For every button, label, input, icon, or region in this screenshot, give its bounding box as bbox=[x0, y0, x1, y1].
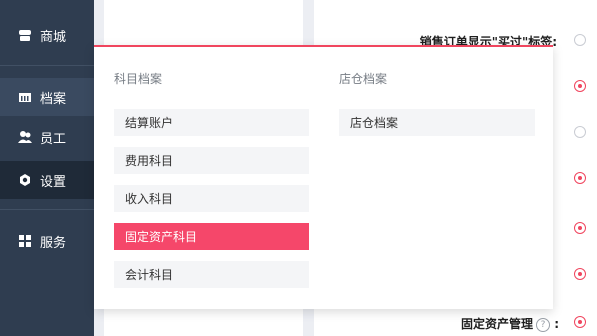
sidebar-item-settings[interactable]: 设置 bbox=[0, 161, 94, 199]
menu-item-fixed-asset-subject[interactable]: 固定资产科目 bbox=[114, 223, 309, 250]
sidebar-item-label: 服务 bbox=[40, 235, 67, 251]
fixed-assets-setting: 固定资产管理? : bbox=[461, 315, 559, 332]
sidebar-item-mall[interactable]: 商城 bbox=[0, 16, 94, 54]
menu-item-expense-subject[interactable]: 费用科目 bbox=[114, 147, 309, 174]
menu-item-settlement-account[interactable]: 结算账户 bbox=[114, 109, 309, 136]
label-colon: : bbox=[554, 317, 559, 331]
store-icon bbox=[18, 28, 32, 42]
radio-option[interactable] bbox=[574, 316, 586, 328]
help-icon[interactable]: ? bbox=[536, 317, 550, 332]
sidebar-item-service[interactable]: 服务 bbox=[0, 222, 94, 260]
archive-icon bbox=[18, 90, 32, 104]
radio-option[interactable] bbox=[574, 80, 586, 92]
column-title-accounts: 科目档案 bbox=[114, 72, 163, 86]
archive-dropdown-menu: 科目档案 店仓档案 结算账户 费用科目 收入科目 固定资产科目 会计科目 店仓档… bbox=[94, 45, 553, 309]
users-icon bbox=[18, 130, 32, 144]
grid-icon bbox=[18, 234, 32, 248]
gear-icon bbox=[18, 173, 32, 187]
sidebar-item-archive[interactable]: 档案 bbox=[0, 78, 94, 116]
sidebar: 商城 档案 员工 设置 服务 bbox=[0, 0, 94, 336]
fixed-assets-label: 固定资产管理 bbox=[460, 317, 533, 331]
sidebar-item-staff[interactable]: 员工 bbox=[0, 118, 94, 156]
radio-option[interactable] bbox=[574, 126, 586, 138]
sidebar-divider bbox=[0, 65, 94, 66]
sidebar-item-label: 设置 bbox=[40, 174, 67, 190]
radio-option[interactable] bbox=[574, 34, 586, 46]
sidebar-divider bbox=[0, 209, 94, 210]
menu-item-accounting-subject[interactable]: 会计科目 bbox=[114, 261, 309, 288]
radio-option[interactable] bbox=[574, 222, 586, 234]
sidebar-item-label: 员工 bbox=[40, 131, 67, 147]
menu-item-store-archive[interactable]: 店仓档案 bbox=[339, 109, 535, 136]
sidebar-item-label: 档案 bbox=[40, 91, 67, 107]
column-title-stores: 店仓档案 bbox=[339, 72, 388, 86]
sidebar-item-label: 商城 bbox=[40, 29, 67, 45]
radio-option[interactable] bbox=[574, 172, 586, 184]
menu-item-income-subject[interactable]: 收入科目 bbox=[114, 185, 309, 212]
radio-option[interactable] bbox=[574, 268, 586, 280]
